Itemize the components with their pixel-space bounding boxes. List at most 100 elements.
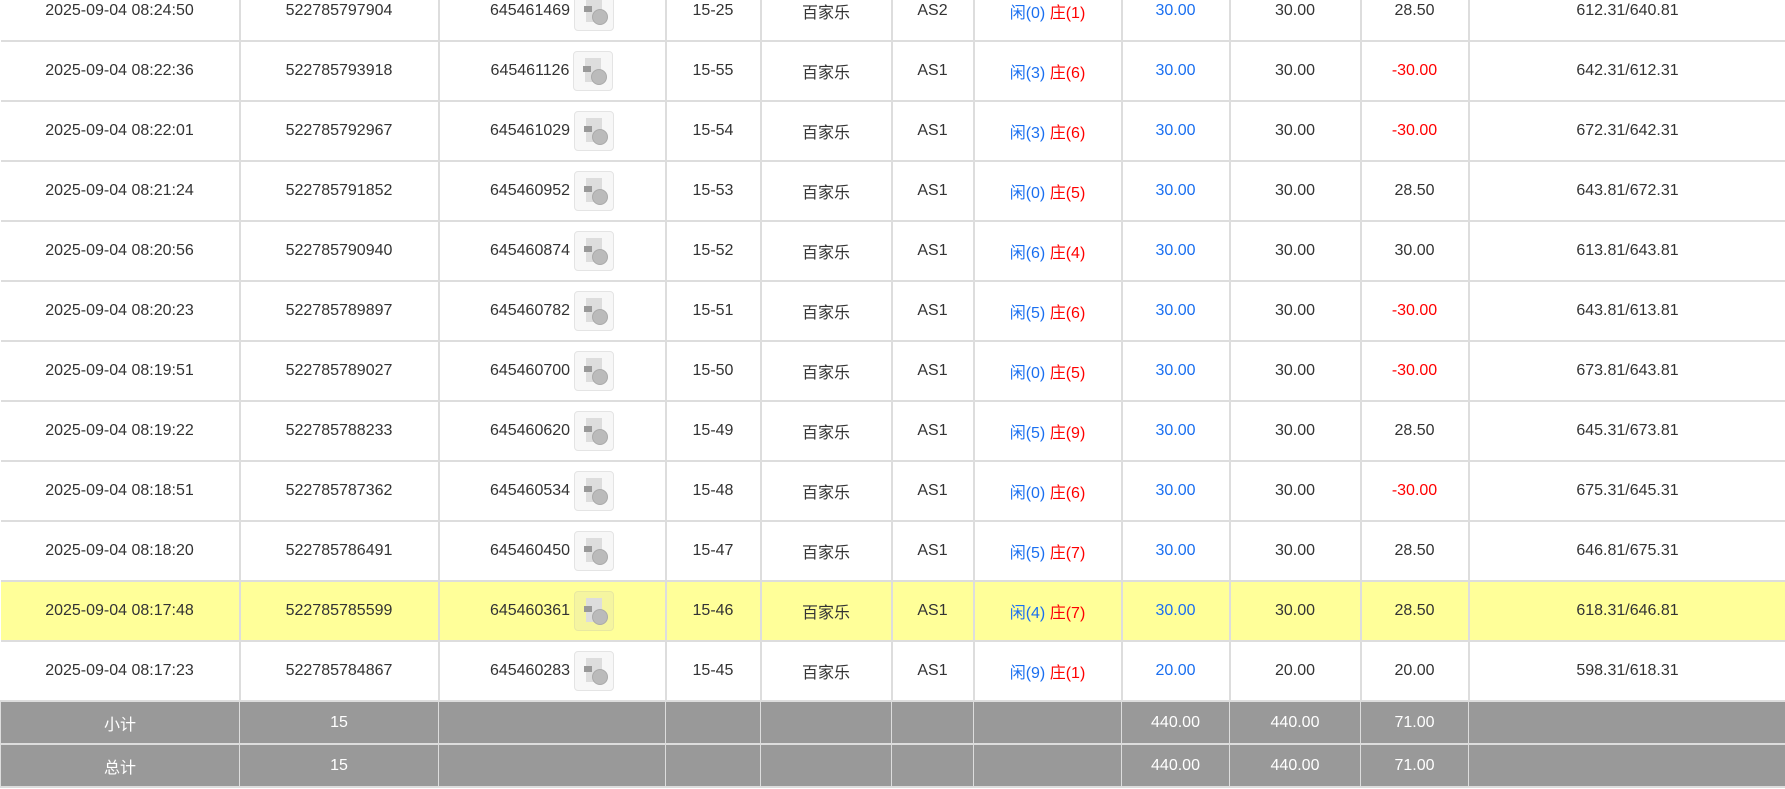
win-loss: -30.00 [1359,41,1469,102]
game-type: 百家乐 [759,41,892,102]
video-replay-icon[interactable] [574,231,615,271]
bet-time: 2025-09-04 08:20:56 [0,221,240,282]
banker-result: 庄(7) [1049,605,1086,622]
win-loss: 20.00 [1359,641,1469,702]
video-replay-icon[interactable] [574,291,615,331]
table-row: 2025-09-04 08:17:48 522785785599 645460361… [0,581,1785,642]
bet-time: 2025-09-04 08:22:01 [0,101,240,162]
result-cell: 闲(0) 庄(6) [972,461,1122,522]
table-row: 2025-09-04 08:18:51 522785787362 645460534… [0,461,1785,522]
banker-result: 庄(1) [1049,665,1086,682]
balance-change: 645.31/673.81 [1467,401,1785,462]
balance-change: 672.31/642.31 [1467,101,1785,162]
shoe-hand: 15-53 [664,161,761,222]
bet-amount: 30.00 [1120,161,1230,222]
balance-change: 642.31/612.31 [1467,41,1785,102]
win-loss: -30.00 [1359,341,1469,402]
video-replay-icon[interactable] [574,171,615,211]
shoe-hand: 15-51 [664,281,761,342]
bet-amount: 30.00 [1120,0,1230,42]
round-cell: 645460534 [437,461,666,522]
result-cell: 闲(0) 庄(1) [972,0,1122,42]
order-number: 522785788233 [238,401,439,462]
round-number: 645460620 [489,422,571,439]
balance-change: 643.81/672.31 [1467,161,1785,222]
subtotal-valid: 440.00 [1229,701,1361,745]
order-number: 522785787362 [238,461,439,522]
video-replay-icon[interactable] [574,651,615,691]
shoe-hand: 15-55 [664,41,761,102]
win-loss: -30.00 [1359,101,1469,162]
table-code: AS1 [890,581,974,642]
video-replay-icon[interactable] [574,471,615,511]
game-type: 百家乐 [759,461,892,522]
win-loss: 28.50 [1359,401,1469,462]
video-replay-icon[interactable] [574,0,615,31]
player-result: 闲(0) [1009,5,1046,22]
table-code: AS1 [890,161,974,222]
table-row: 2025-09-04 08:18:20 522785786491 645460450… [0,521,1785,582]
round-cell: 645460361 [437,581,666,642]
table-code: AS1 [890,101,974,162]
video-replay-icon[interactable] [574,111,615,151]
player-result: 闲(9) [1009,665,1046,682]
subtotal-row: 小计 15 440.00 440.00 71.00 [0,701,1785,745]
shoe-hand: 15-49 [664,401,761,462]
player-result: 闲(0) [1009,365,1046,382]
table-code: AS1 [890,521,974,582]
result-cell: 闲(0) 庄(5) [972,161,1122,222]
table-code: AS1 [890,341,974,402]
order-number: 522785790940 [238,221,439,282]
result-cell: 闲(9) 庄(1) [972,641,1122,702]
valid-bet: 30.00 [1228,0,1361,42]
shoe-hand: 15-45 [664,641,761,702]
table-row: 2025-09-04 08:20:56 522785790940 645460874… [0,221,1785,282]
table-row: 2025-09-04 08:22:36 522785793918 645461126… [0,41,1785,102]
banker-result: 庄(9) [1049,425,1086,442]
total-bet: 440.00 [1121,744,1230,788]
round-cell: 645460874 [437,221,666,282]
round-number: 645460874 [489,242,571,259]
round-cell: 645460620 [437,401,666,462]
banker-result: 庄(6) [1049,485,1086,502]
table-code: AS1 [890,221,974,282]
order-number: 522785789027 [238,341,439,402]
round-number: 645460782 [489,302,571,319]
subtotal-bet: 440.00 [1121,701,1230,745]
balance-change: 643.81/613.81 [1467,281,1785,342]
table-row: 2025-09-04 08:21:24 522785791852 645460952… [0,161,1785,222]
video-replay-icon[interactable] [574,591,615,631]
bet-amount: 30.00 [1120,101,1230,162]
bet-time: 2025-09-04 08:22:36 [0,41,240,102]
order-number: 522785797904 [238,0,439,42]
table-code: AS1 [890,401,974,462]
bet-records-table: 2025-09-04 08:24:50 522785797904 645461469… [0,0,1785,788]
round-number: 645460283 [489,662,571,679]
result-cell: 闲(3) 庄(6) [972,41,1122,102]
result-cell: 闲(0) 庄(5) [972,341,1122,402]
table-code: AS1 [890,641,974,702]
video-replay-icon[interactable] [574,531,615,571]
banker-result: 庄(6) [1049,65,1086,82]
subtotal-label: 小计 [0,701,240,745]
video-replay-icon[interactable] [573,51,614,91]
shoe-hand: 15-48 [664,461,761,522]
bet-time: 2025-09-04 08:20:23 [0,281,240,342]
valid-bet: 30.00 [1228,41,1361,102]
video-replay-icon[interactable] [574,351,615,391]
round-cell: 645460450 [437,521,666,582]
result-cell: 闲(4) 庄(7) [972,581,1122,642]
player-result: 闲(6) [1009,245,1046,262]
round-cell: 645460952 [437,161,666,222]
game-type: 百家乐 [759,281,892,342]
shoe-hand: 15-25 [664,0,761,42]
player-result: 闲(5) [1009,425,1046,442]
video-replay-icon[interactable] [574,411,615,451]
game-type: 百家乐 [759,0,892,42]
player-result: 闲(0) [1009,185,1046,202]
valid-bet: 30.00 [1228,581,1361,642]
table-code: AS2 [890,0,974,42]
bet-time: 2025-09-04 08:19:22 [0,401,240,462]
win-loss: 28.50 [1359,161,1469,222]
shoe-hand: 15-50 [664,341,761,402]
